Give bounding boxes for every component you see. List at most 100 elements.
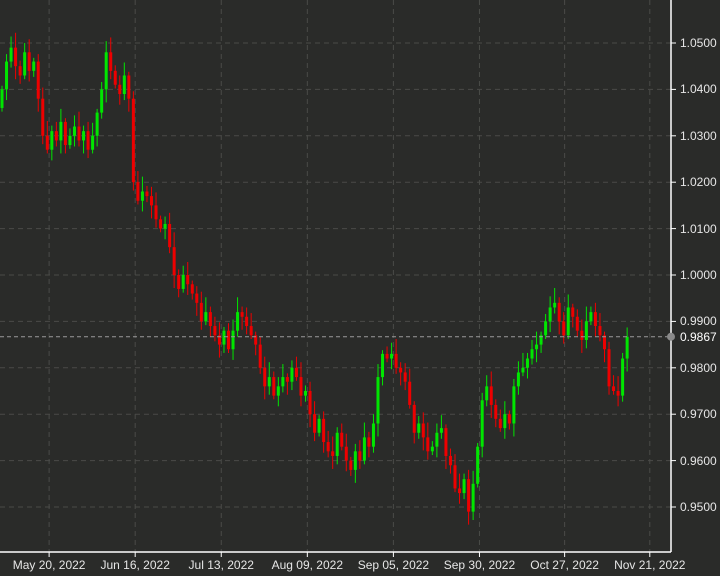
y-tick-label: 1.0500 — [680, 36, 717, 50]
candle-down — [118, 84, 122, 95]
candle-down — [27, 52, 31, 71]
candle-down — [213, 326, 217, 336]
candle-up — [104, 52, 108, 90]
candle-up — [530, 349, 534, 359]
candle-down — [14, 47, 18, 67]
candle-up — [621, 358, 625, 396]
candle-down — [45, 135, 49, 150]
candle-up — [140, 191, 144, 201]
candle-down — [299, 377, 303, 396]
candle-down — [190, 284, 194, 294]
candle-down — [86, 131, 90, 150]
candle-up — [290, 367, 294, 382]
candle-down — [149, 196, 153, 206]
candle-up — [462, 479, 466, 494]
candle-down — [448, 455, 452, 466]
candle-down — [177, 275, 181, 289]
x-tick-label: Jul 13, 2022 — [188, 558, 254, 572]
candle-up — [390, 353, 394, 359]
candle-up — [23, 52, 27, 76]
y-tick-label: 0.9700 — [680, 407, 717, 422]
candle-down — [154, 205, 158, 220]
candle-up — [50, 131, 54, 150]
candle-down — [367, 437, 371, 447]
candle-up — [476, 446, 480, 484]
candle-up — [566, 307, 570, 336]
candle-up — [353, 451, 357, 470]
candle-up — [236, 312, 240, 331]
candlestick-chart — [0, 0, 676, 557]
candle-down — [557, 302, 561, 322]
candle-down — [199, 302, 203, 322]
candle-down — [498, 418, 502, 429]
candle-down — [186, 275, 190, 285]
y-tick-label: 1.0400 — [680, 82, 717, 97]
candle-up — [525, 358, 529, 368]
x-tick-label: Aug 09, 2022 — [271, 558, 344, 572]
candle-down — [63, 121, 67, 146]
y-tick-label: 1.0200 — [680, 175, 717, 190]
candle-down — [127, 75, 131, 99]
candle-down — [575, 316, 579, 331]
candle-up — [95, 112, 99, 136]
candle-down — [54, 131, 58, 141]
candle-up — [512, 386, 516, 424]
candle-down — [399, 367, 403, 373]
candle-down — [494, 404, 498, 419]
x-tick-label: Oct 27, 2022 — [530, 558, 599, 572]
candle-down — [349, 460, 353, 470]
candle-down — [294, 367, 298, 378]
candle-down — [168, 223, 172, 248]
candle-down — [308, 391, 312, 415]
candle-down — [272, 377, 276, 396]
candle-up — [589, 312, 593, 322]
candle-up — [335, 432, 339, 456]
y-tick-label: 0.9900 — [680, 314, 717, 329]
candle-up — [516, 372, 520, 387]
x-tick-label: May 20, 2022 — [12, 558, 86, 572]
candle-up — [435, 432, 439, 447]
candle-down — [344, 446, 348, 461]
candle-down — [607, 349, 611, 387]
candle-down — [36, 61, 40, 99]
candle-up — [100, 89, 104, 113]
candle-up — [222, 330, 226, 345]
candle-up — [276, 386, 280, 396]
candle-up — [553, 302, 557, 308]
candle-up — [0, 89, 4, 108]
candle-down — [195, 293, 199, 303]
candle-down — [562, 321, 566, 336]
candle-down — [489, 386, 493, 405]
candle-up — [9, 47, 13, 62]
candle-up — [417, 423, 421, 433]
candle-down — [109, 52, 113, 71]
y-tick-label: 0.9600 — [680, 453, 717, 468]
candle-down — [394, 353, 398, 368]
x-tick-label: Nov 21, 2022 — [614, 558, 686, 572]
candle-down — [322, 418, 326, 443]
x-tick-label: Jun 16, 2022 — [100, 558, 170, 572]
y-tick-label: 1.0100 — [680, 221, 717, 236]
y-tick-label: 1.0000 — [680, 268, 717, 282]
candle-down — [240, 312, 244, 317]
candle-up — [548, 307, 552, 322]
candle-down — [145, 191, 149, 197]
candle-down — [172, 247, 176, 275]
candle-down — [313, 414, 317, 433]
candle-down — [159, 219, 163, 229]
candle-down — [208, 312, 212, 327]
candle-down — [616, 391, 620, 396]
candle-down — [408, 381, 412, 405]
candle-down — [467, 479, 471, 512]
candle-up — [439, 428, 443, 433]
candle-up — [485, 386, 489, 401]
candle-down — [249, 326, 253, 336]
candle-up — [163, 223, 167, 229]
candle-down — [444, 428, 448, 456]
candle-down — [385, 353, 389, 359]
y-tick-label: 0.9800 — [680, 360, 717, 375]
candle-up — [59, 121, 63, 141]
candle-up — [304, 391, 308, 396]
candle-up — [82, 131, 86, 141]
candle-down — [263, 367, 267, 387]
